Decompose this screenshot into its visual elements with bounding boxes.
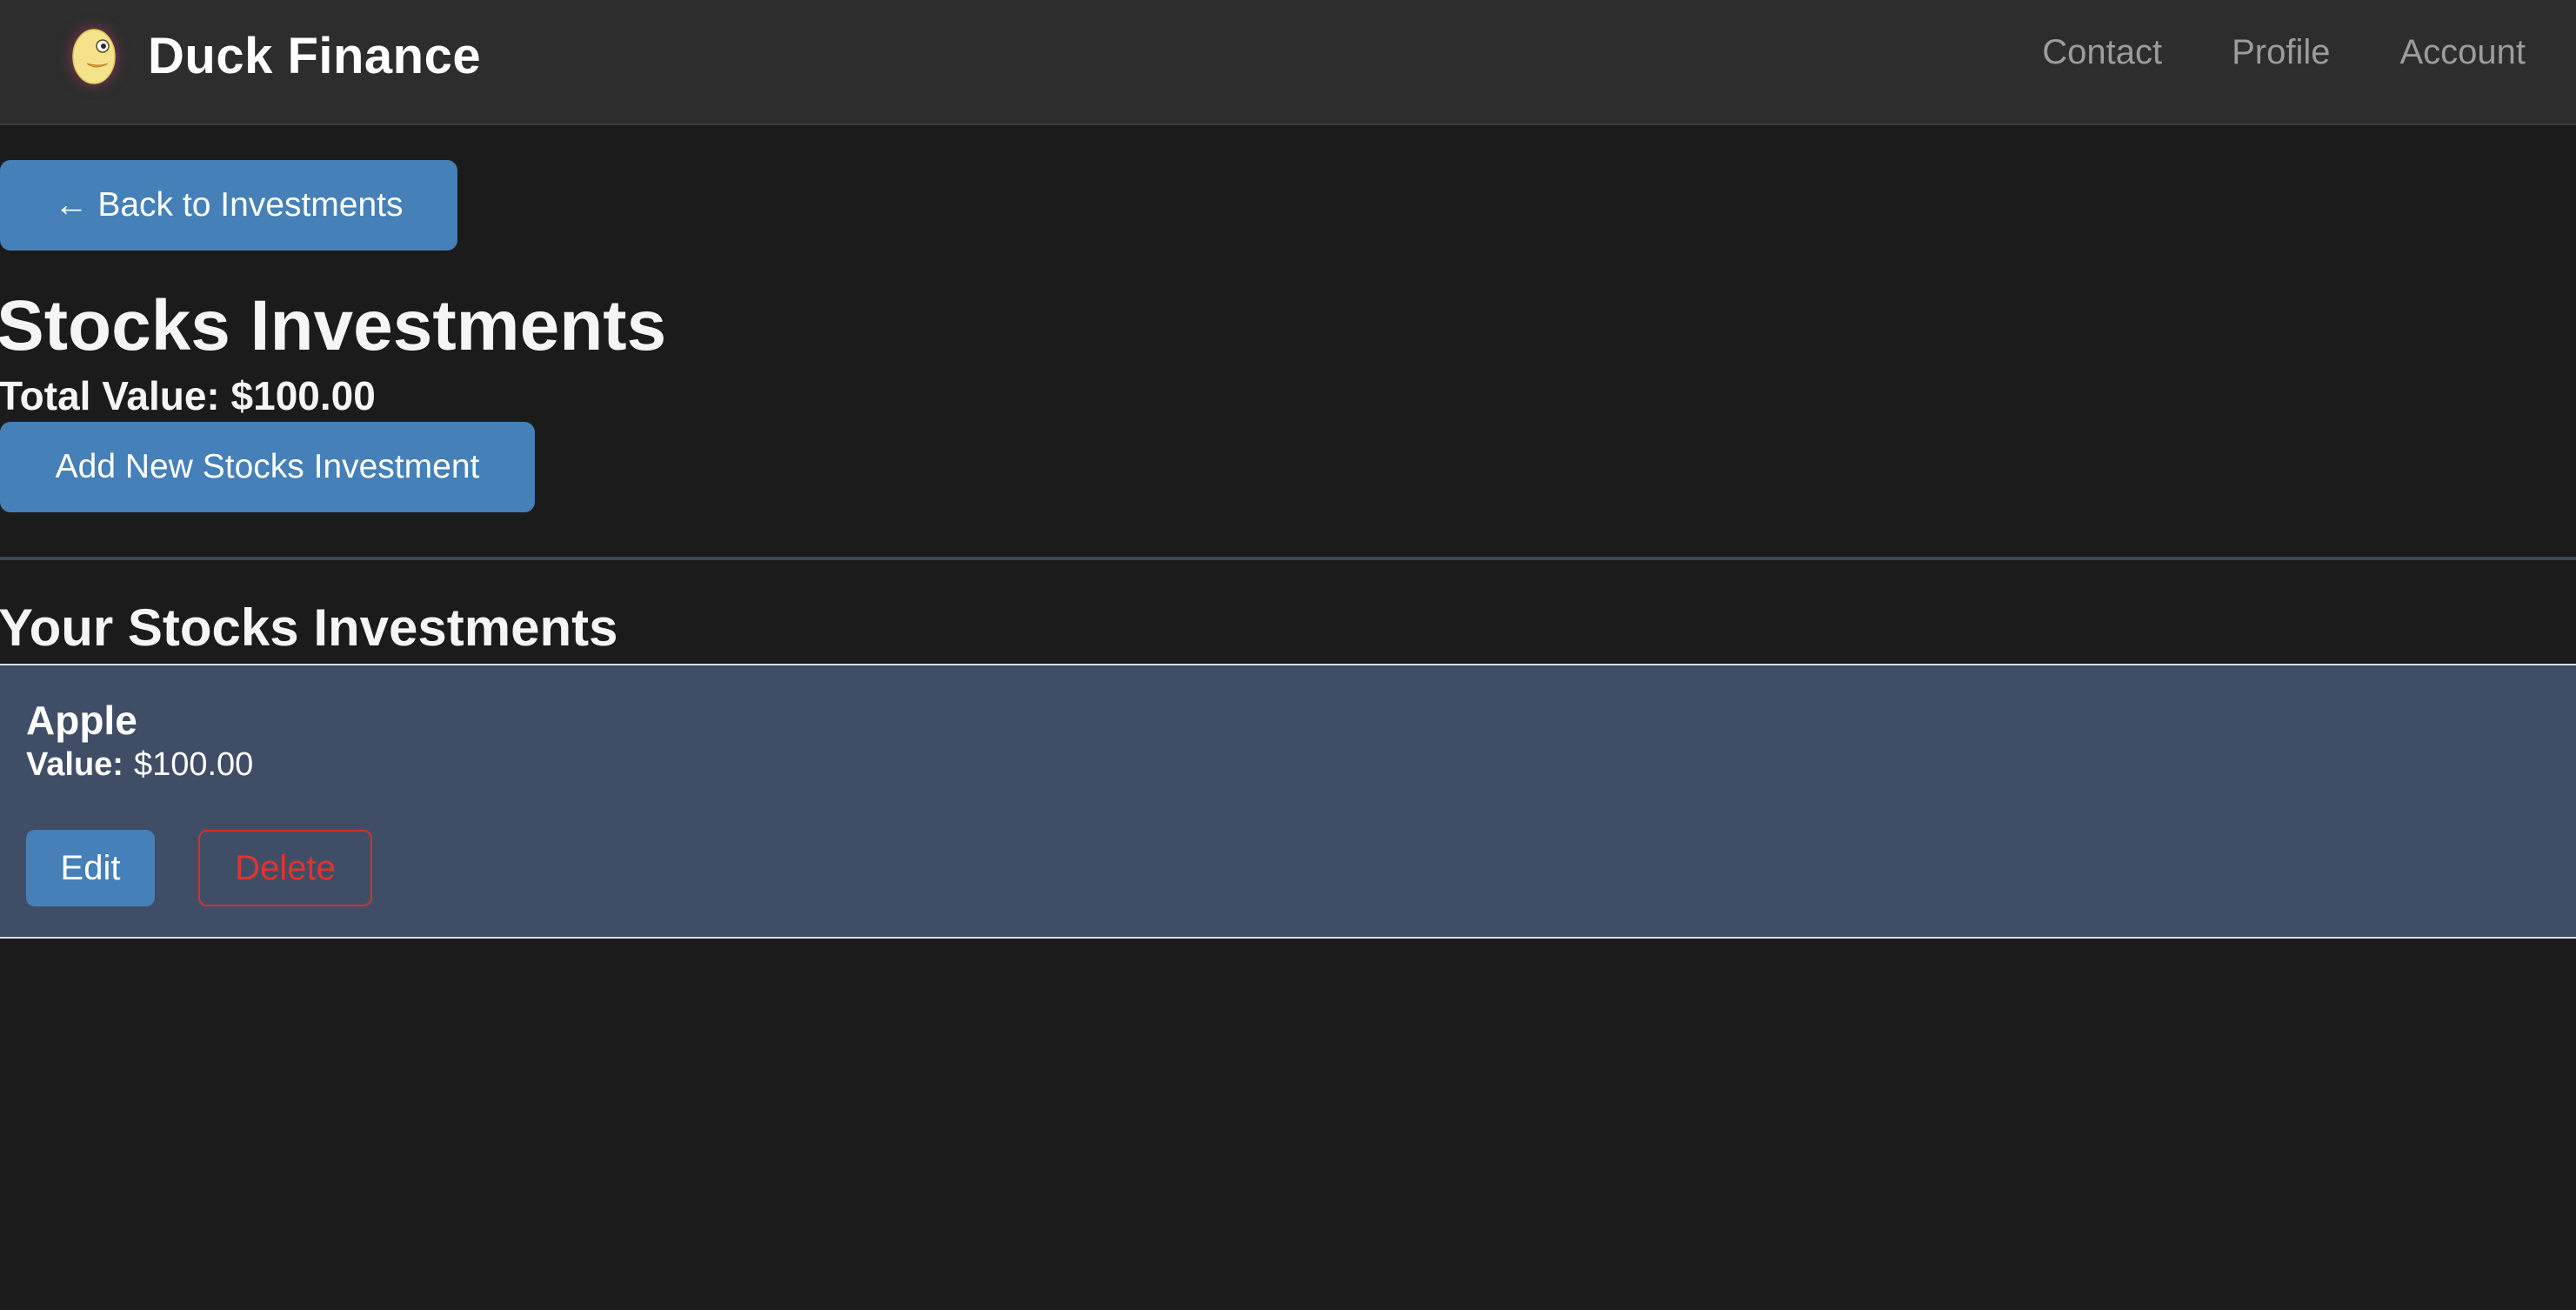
investment-name: Apple: [26, 698, 137, 743]
back-to-investments-button[interactable]: ← Back to Investments: [0, 160, 457, 251]
investment-card: Apple Value: $100.00 Edit Delete: [0, 664, 2576, 939]
duck-logo-icon: [72, 29, 116, 84]
page-title: Stocks Investments: [0, 286, 667, 365]
total-value: Total Value: $100.00: [0, 373, 376, 418]
nav-links: Contact Profile Account: [2042, 33, 2526, 72]
nav-link-profile[interactable]: Profile: [2232, 33, 2330, 72]
section-title: Your Stocks Investments: [0, 598, 618, 657]
nav-link-contact[interactable]: Contact: [2042, 33, 2162, 72]
delete-button[interactable]: Delete: [198, 830, 372, 906]
brand[interactable]: Duck Finance: [70, 23, 481, 89]
investment-value: Value: $100.00: [26, 748, 253, 781]
add-investment-button[interactable]: Add New Stocks Investment: [0, 422, 535, 512]
brand-name: Duck Finance: [148, 27, 482, 84]
nav-link-account[interactable]: Account: [2399, 33, 2526, 72]
navbar: Duck Finance Contact Profile Account: [0, 0, 2576, 125]
edit-button[interactable]: Edit: [26, 830, 155, 906]
investment-value-amount: $100.00: [133, 746, 254, 783]
investment-value-label: Value:: [26, 746, 123, 783]
section-divider: [0, 557, 2576, 560]
